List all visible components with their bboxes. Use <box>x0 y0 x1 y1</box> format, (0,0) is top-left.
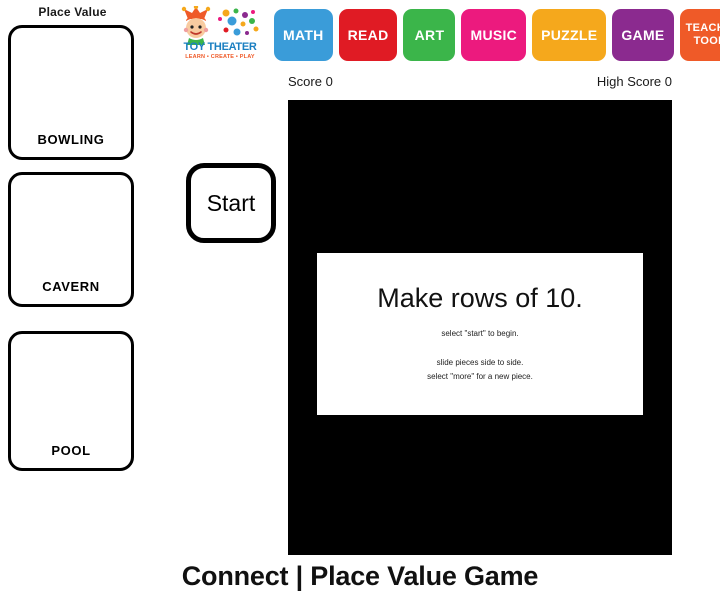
score-label: Score 0 <box>288 74 333 89</box>
message-instruction-line: slide pieces side to side. <box>436 358 524 367</box>
sidebar-item-label: BOWLING <box>37 132 105 147</box>
score-bar: Score 0 High Score 0 <box>288 74 672 89</box>
nav-button-math[interactable]: MATH <box>274 9 333 61</box>
message-panel: Make rows of 10. select "start" to begin… <box>317 253 643 415</box>
message-title: Make rows of 10. <box>377 283 583 313</box>
message-instruction-line: select "more" for a new piece. <box>427 372 533 381</box>
nav-button-game[interactable]: GAME <box>612 9 674 61</box>
nav-button-puzzle[interactable]: PUZZLE <box>532 9 607 61</box>
nav-button-music[interactable]: MUSIC <box>461 9 527 61</box>
sidebar: Place Value BOWLING CAVERN POOL <box>0 0 145 597</box>
logo-tagline: LEARN • CREATE • PLAY <box>185 54 255 60</box>
sidebar-item-label: CAVERN <box>42 279 100 294</box>
high-score-label: High Score 0 <box>596 74 672 89</box>
nav-button-read[interactable]: READ <box>338 9 398 61</box>
jester-logo-icon <box>181 6 259 45</box>
toy-theater-logo[interactable]: TOY THEATER LEARN • CREATE • PLAY <box>176 6 264 64</box>
message-instruction-line: select "start" to begin. <box>441 329 519 338</box>
sidebar-item-pool[interactable]: POOL <box>8 331 134 471</box>
sidebar-item-bowling[interactable]: BOWLING <box>8 25 134 160</box>
start-button[interactable]: Start <box>186 163 276 243</box>
logo-wordmark: TOY THEATER <box>183 41 257 53</box>
sidebar-heading: Place Value <box>38 5 107 19</box>
nav-button-art[interactable]: ART <box>403 9 456 61</box>
nav-button-teacher-tools[interactable]: TEACHERTOOLS <box>679 9 720 61</box>
sidebar-item-label: POOL <box>51 443 91 458</box>
top-navigation-bar: TOY THEATER LEARN • CREATE • PLAY MATH R… <box>176 6 720 64</box>
sidebar-item-cavern[interactable]: CAVERN <box>8 172 134 307</box>
game-stage[interactable]: Make rows of 10. select "start" to begin… <box>288 100 672 555</box>
page-title: Connect | Place Value Game <box>181 561 539 591</box>
